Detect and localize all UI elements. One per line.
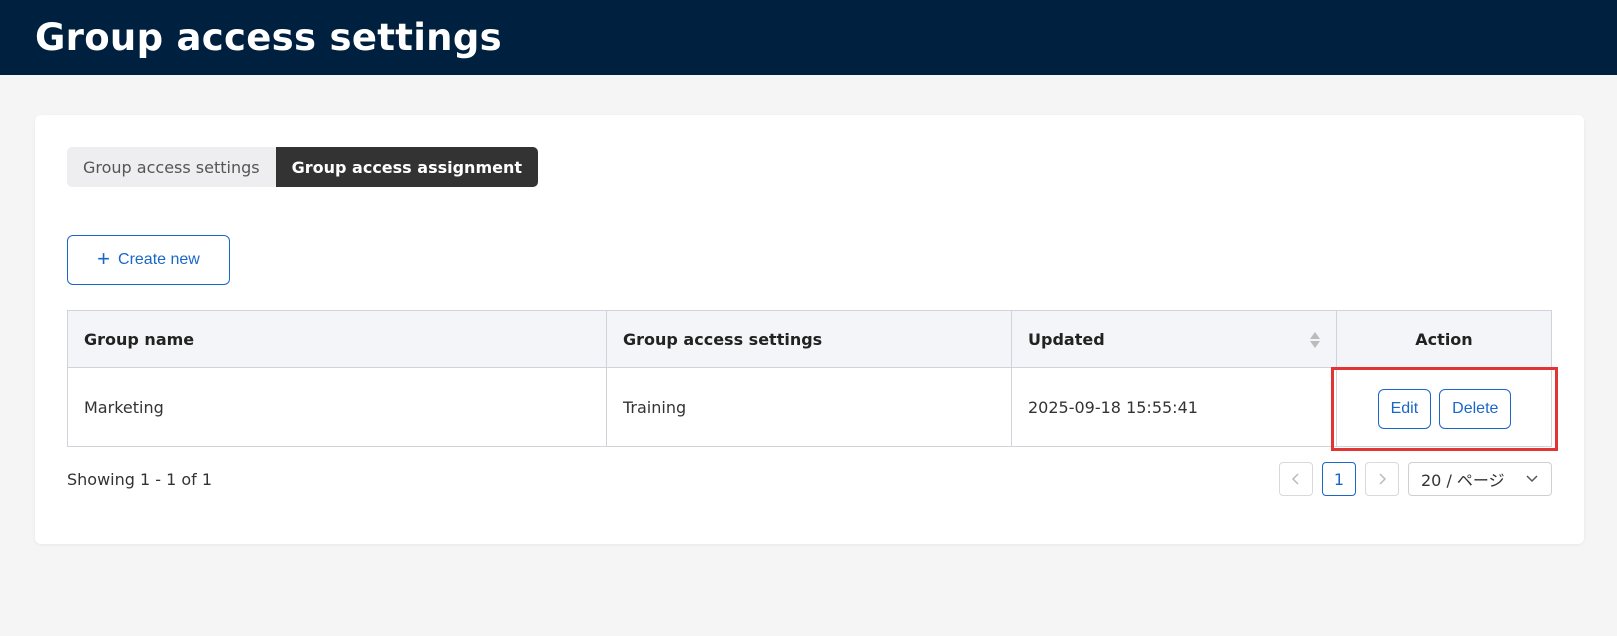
tab-group-access-settings[interactable]: Group access settings bbox=[67, 147, 276, 187]
page-button-current[interactable]: 1 bbox=[1322, 462, 1356, 496]
cell-group-name: Marketing bbox=[67, 367, 607, 447]
page-size-value: 20 / ページ bbox=[1421, 471, 1505, 490]
column-header-action: Action bbox=[1336, 310, 1552, 368]
chevron-left-icon bbox=[1291, 473, 1299, 485]
plus-icon: + bbox=[97, 246, 111, 271]
app-header: Group access settings bbox=[0, 0, 1617, 75]
pagination: 1 20 / ページ bbox=[1279, 462, 1552, 496]
assignment-table: Group name Group access settings Updated… bbox=[67, 310, 1558, 451]
cell-group-access-settings: Training bbox=[606, 367, 1012, 447]
column-header-updated-label: Updated bbox=[1028, 329, 1105, 349]
delete-button[interactable]: Delete bbox=[1439, 389, 1512, 429]
content-card: Group access settings Group access assig… bbox=[35, 115, 1584, 544]
cell-updated: 2025-09-18 15:55:41 bbox=[1011, 367, 1337, 447]
create-new-button[interactable]: + Create new bbox=[67, 235, 230, 285]
next-page-button[interactable] bbox=[1365, 462, 1399, 496]
page-title: Group access settings bbox=[35, 16, 502, 59]
column-header-updated[interactable]: Updated bbox=[1011, 310, 1337, 368]
chevron-right-icon bbox=[1379, 473, 1387, 485]
column-header-group-name: Group name bbox=[67, 310, 607, 368]
sort-icon[interactable] bbox=[1310, 331, 1320, 348]
create-new-label: Create new bbox=[118, 251, 200, 268]
chevron-down-icon bbox=[1526, 475, 1538, 483]
page-size-select[interactable]: 20 / ページ bbox=[1408, 462, 1552, 496]
tab-group-access-assignment[interactable]: Group access assignment bbox=[275, 147, 539, 187]
tab-bar: Group access settings Group access assig… bbox=[67, 147, 539, 187]
cell-action: Edit Delete bbox=[1331, 367, 1558, 451]
showing-count: Showing 1 - 1 of 1 bbox=[67, 470, 213, 489]
table-row: Marketing Training 2025-09-18 15:55:41 E… bbox=[67, 367, 1558, 451]
action-highlight-box: Edit Delete bbox=[1331, 367, 1558, 451]
column-header-group-access-settings: Group access settings bbox=[606, 310, 1012, 368]
prev-page-button[interactable] bbox=[1279, 462, 1313, 496]
edit-button[interactable]: Edit bbox=[1377, 389, 1432, 429]
table-header-row: Group name Group access settings Updated… bbox=[67, 310, 1552, 368]
